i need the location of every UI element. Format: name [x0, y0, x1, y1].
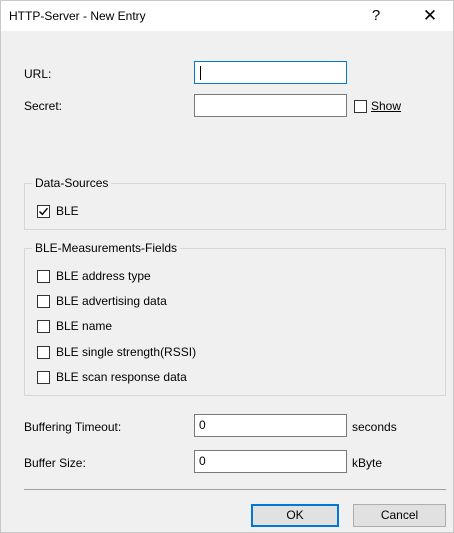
ok-button[interactable]: OK — [251, 504, 339, 527]
ble-signal-strength-label: BLE single strength(RSSI) — [56, 345, 197, 359]
ble-address-type-checkbox[interactable] — [37, 270, 50, 283]
buffering-timeout-label: Buffering Timeout: — [24, 420, 122, 434]
ble-name-checkbox[interactable] — [37, 320, 50, 333]
footer-separator — [24, 489, 446, 490]
data-sources-group — [24, 183, 446, 230]
show-secret-label[interactable]: Show — [371, 99, 401, 113]
ble-scan-response-label: BLE scan response data — [56, 370, 187, 384]
ble-fields-title: BLE-Measurements-Fields — [32, 241, 181, 255]
help-button[interactable]: ? — [353, 1, 399, 31]
ble-scan-response-checkbox[interactable] — [37, 371, 50, 384]
buffering-timeout-input[interactable]: 0 — [194, 414, 347, 437]
buffer-size-input[interactable]: 0 — [194, 450, 347, 473]
secret-label: Secret: — [24, 99, 63, 113]
ble-address-type-label: BLE address type — [56, 269, 151, 283]
ble-name-label: BLE name — [56, 319, 113, 333]
close-button[interactable]: ✕ — [407, 1, 453, 31]
ble-source-label: BLE — [56, 204, 79, 218]
ble-advertising-data-checkbox[interactable] — [37, 295, 50, 308]
dialog-window: HTTP-Server - New Entry ? ✕ URL: Secret:… — [0, 0, 454, 533]
buffer-size-unit: kByte — [352, 456, 383, 470]
show-secret-checkbox[interactable] — [354, 100, 367, 113]
data-sources-title: Data-Sources — [32, 176, 112, 190]
text-caret — [200, 66, 201, 80]
window-title: HTTP-Server - New Entry — [9, 9, 146, 23]
title-bar: HTTP-Server - New Entry ? ✕ — [1, 1, 453, 31]
url-label: URL: — [24, 67, 52, 81]
buffer-size-label: Buffer Size: — [24, 456, 86, 470]
ble-source-checkbox[interactable] — [37, 205, 50, 218]
buffering-timeout-unit: seconds — [352, 420, 397, 434]
secret-input[interactable] — [194, 94, 347, 117]
checkmark-icon — [39, 207, 49, 216]
buffering-timeout-value: 0 — [199, 418, 206, 432]
ble-advertising-data-label: BLE advertising data — [56, 294, 167, 308]
ble-signal-strength-checkbox[interactable] — [37, 346, 50, 359]
url-input[interactable] — [194, 61, 347, 84]
buffer-size-value: 0 — [199, 454, 206, 468]
cancel-button[interactable]: Cancel — [353, 504, 446, 527]
